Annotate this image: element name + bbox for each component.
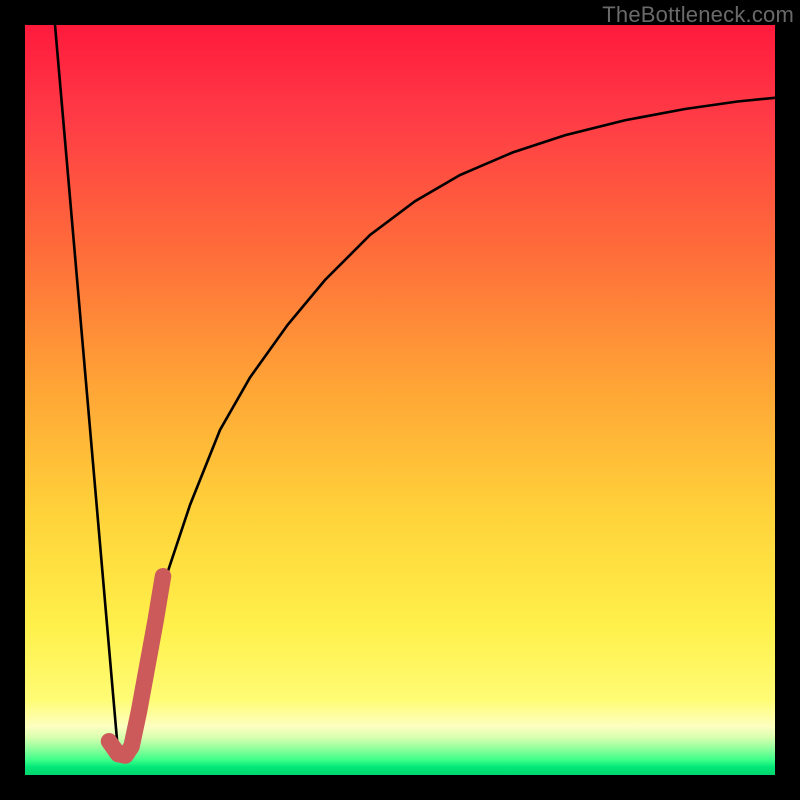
chart-frame: TheBottleneck.com bbox=[0, 0, 800, 800]
series-left-falling-line bbox=[55, 25, 119, 760]
watermark-text: TheBottleneck.com bbox=[602, 2, 794, 28]
plot-area bbox=[25, 25, 775, 775]
curve-layer bbox=[25, 25, 775, 775]
series-rising-saturating-curve bbox=[123, 98, 776, 760]
